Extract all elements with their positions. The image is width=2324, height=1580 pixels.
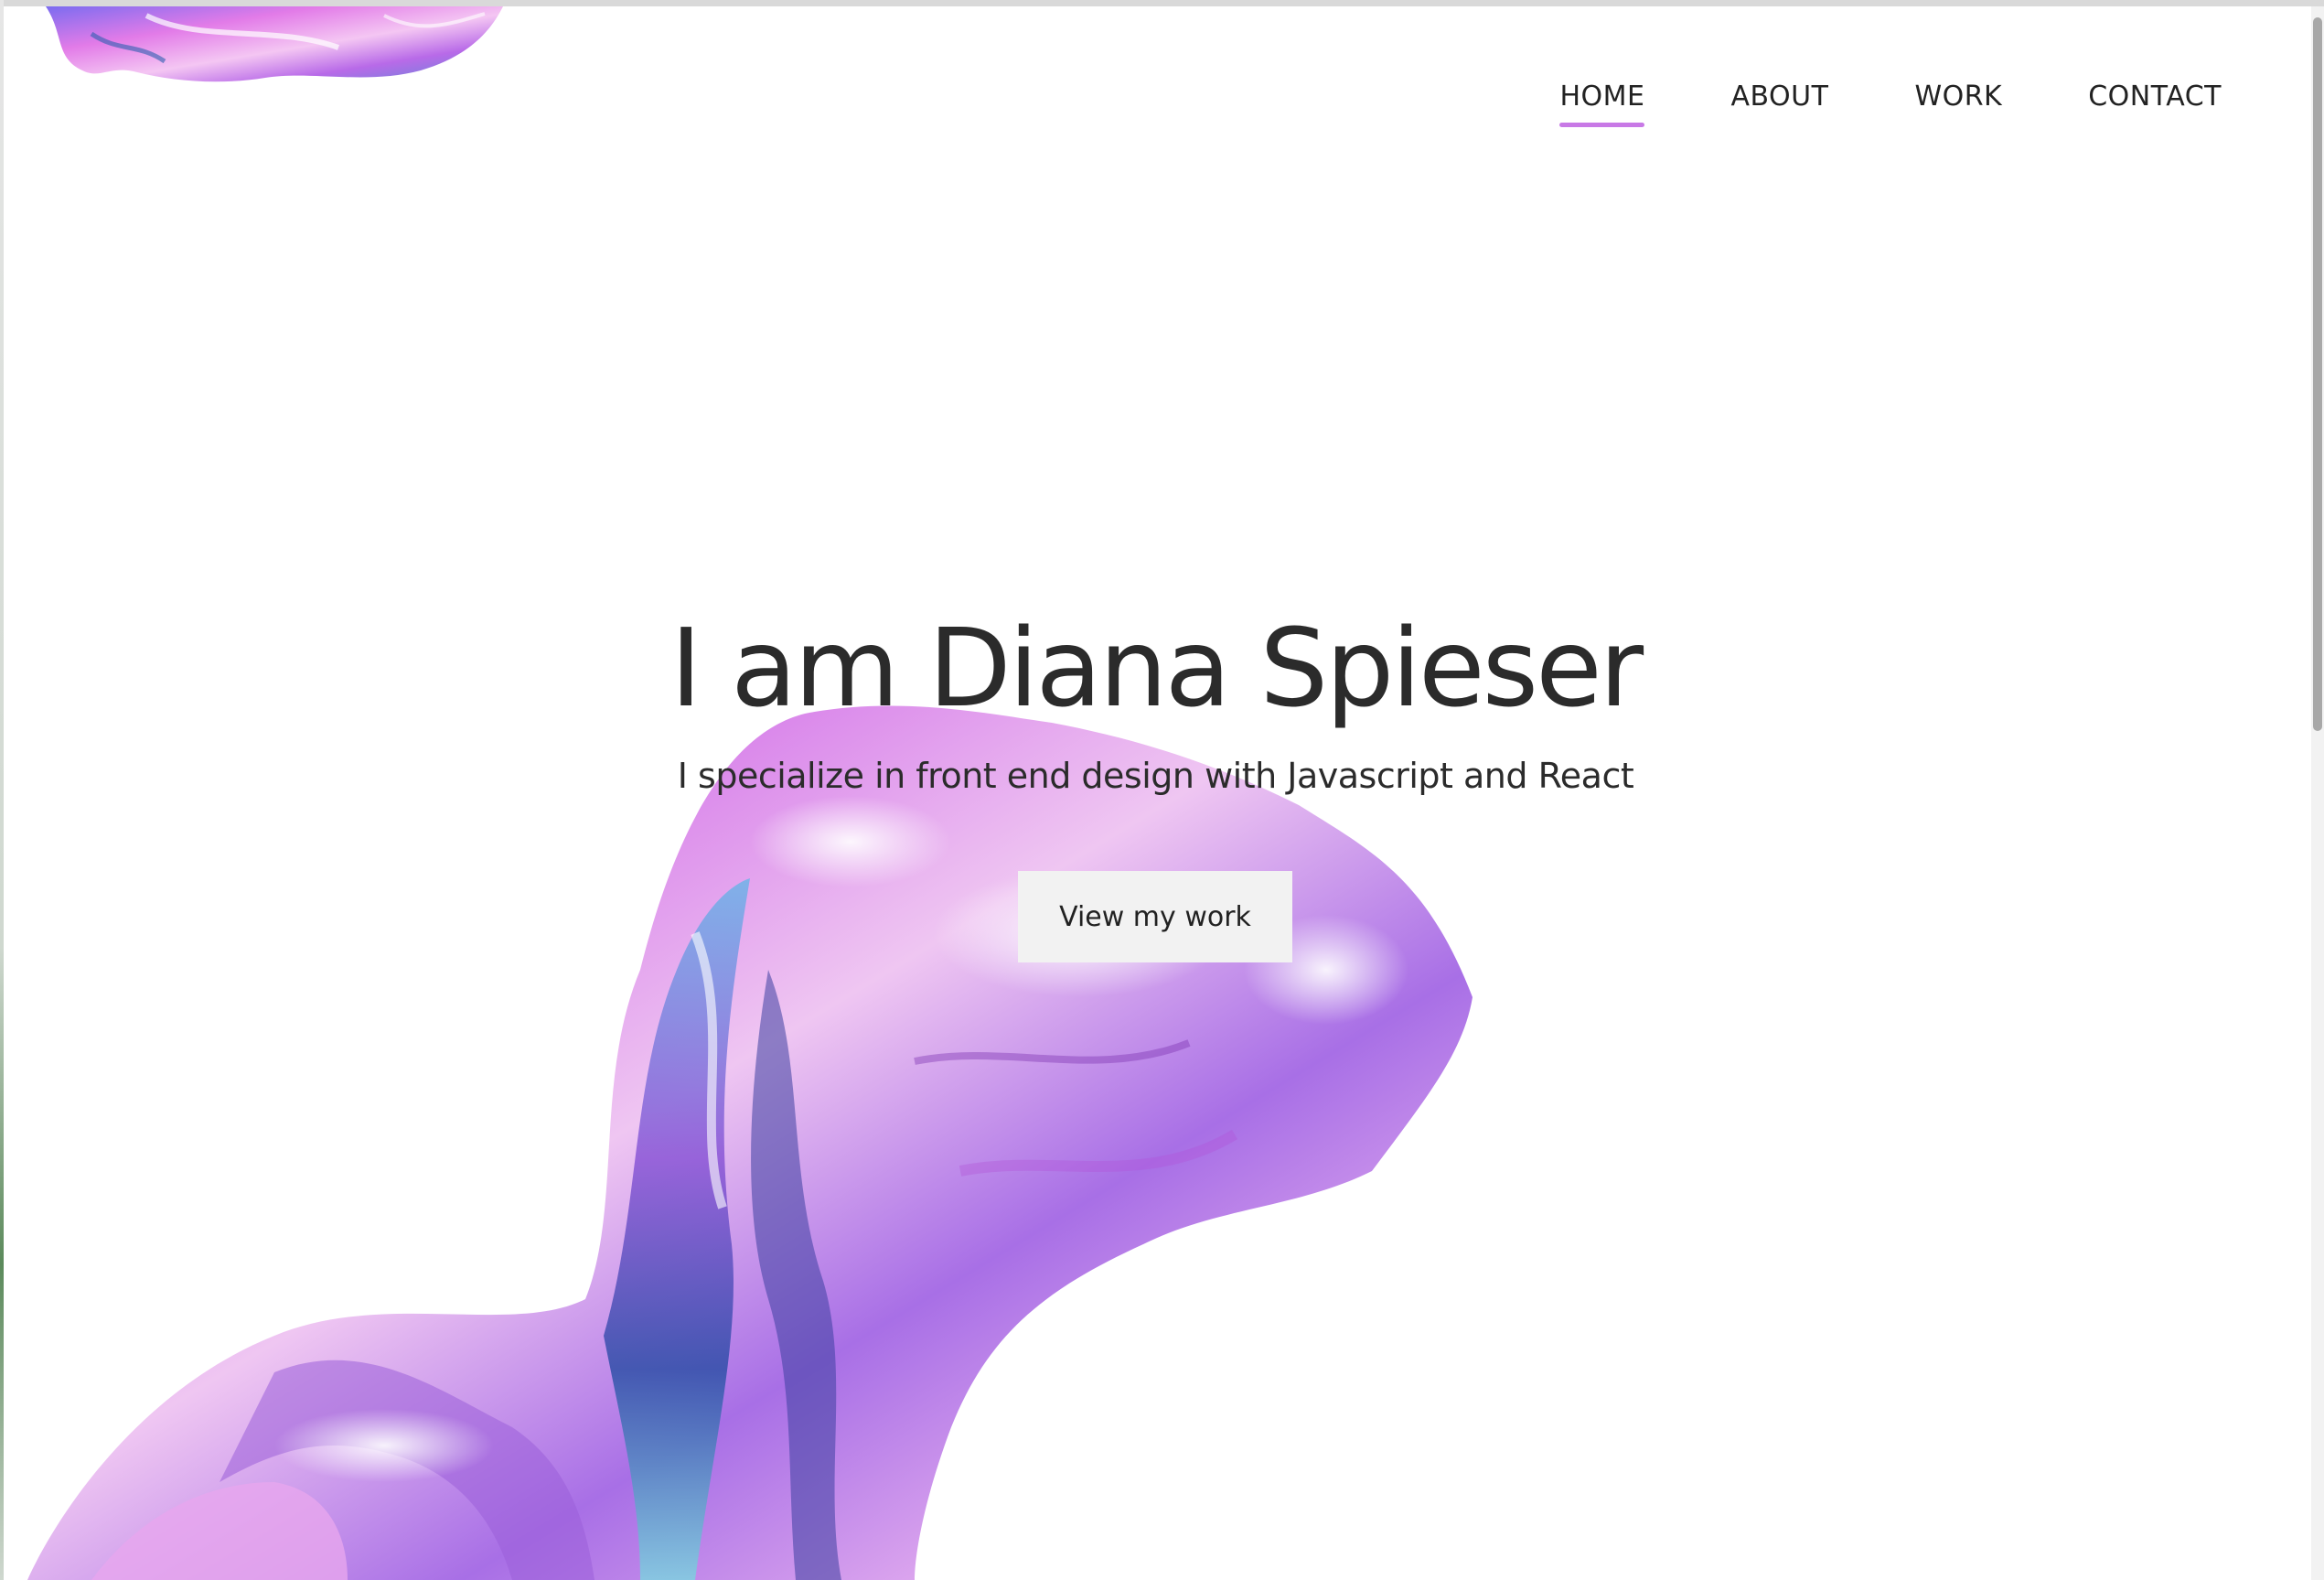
view-my-work-button[interactable]: View my work [1018, 871, 1292, 962]
hero-subtitle: I specialize in front end design with Ja… [677, 756, 1634, 796]
scrollbar-track[interactable] [2311, 6, 2324, 1580]
hero-background-image [27, 705, 1473, 1580]
nav-home[interactable]: HOME [1559, 81, 1645, 127]
page: HOME ABOUT WORK CONTACT I am Diana Spies… [0, 0, 2324, 1580]
hero-title: I am Diana Spieser [669, 605, 1644, 731]
nav-work[interactable]: WORK [1914, 81, 2002, 127]
logo-image[interactable] [37, 6, 512, 83]
nav-about[interactable]: ABOUT [1730, 81, 1828, 127]
scrollbar-thumb[interactable] [2313, 17, 2322, 731]
nav-contact[interactable]: CONTACT [2088, 81, 2222, 127]
main-nav: HOME ABOUT WORK CONTACT [1473, 81, 2222, 127]
window-top-border [0, 0, 2324, 6]
